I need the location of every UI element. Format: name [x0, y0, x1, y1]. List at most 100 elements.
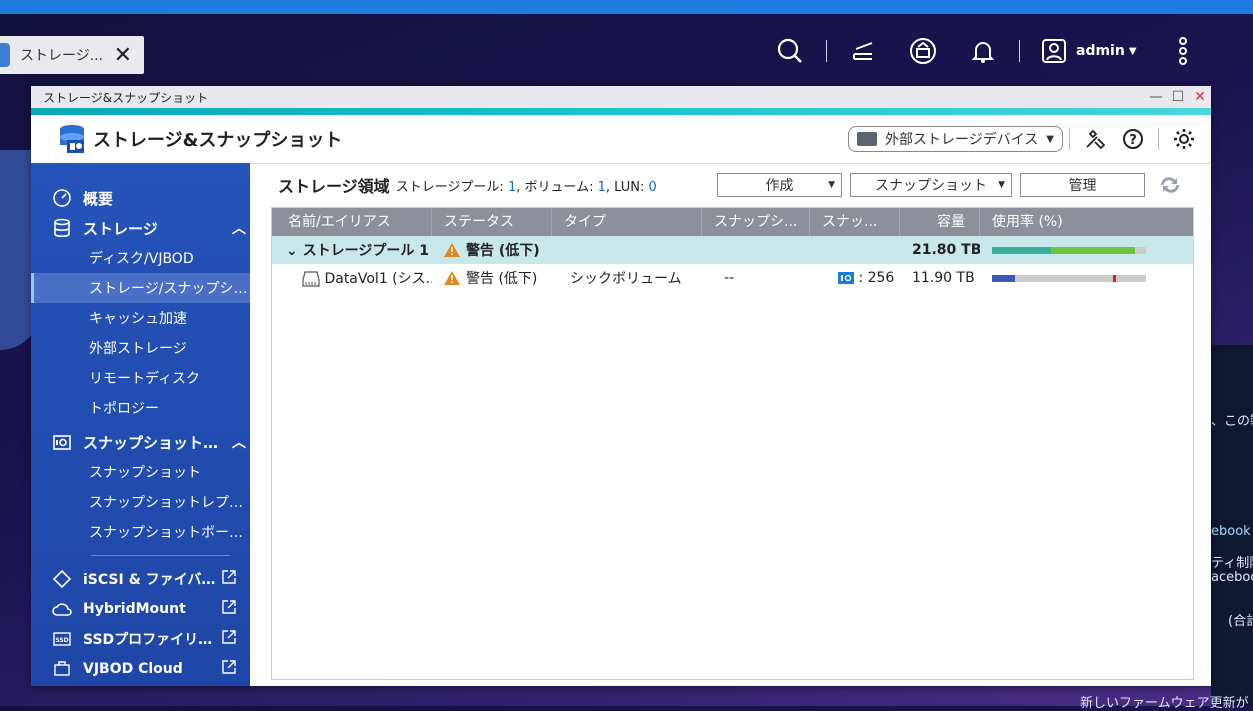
sidebar: 概要 ストレージ ︿ ディスク/VJBOD ストレージ/スナップショ... キャ… [31, 163, 250, 686]
dashboard-icon [51, 187, 73, 209]
column-header-snap-count[interactable]: スナッ... [810, 208, 900, 236]
sidebar-item-overview[interactable]: 概要 [31, 183, 250, 213]
sidebar-link-iscsi[interactable]: iSCSI & ファイバー... [31, 564, 250, 594]
sidebar-item-label: スナップショットバ... [83, 433, 228, 452]
chevron-up-icon[interactable]: ︿ [228, 432, 250, 452]
external-link-icon [222, 570, 242, 588]
close-icon[interactable]: ✕ [114, 43, 132, 68]
column-header-usage[interactable]: 使用率 (%) [980, 208, 1193, 236]
sidebar-item-label: ストレージ/スナップショ... [89, 281, 250, 297]
column-header-capacity[interactable]: 容量 [900, 208, 980, 236]
storage-app-icon [59, 124, 85, 154]
gear-icon[interactable] [1169, 124, 1199, 154]
volume-status-cell: 警告 (低下) [432, 268, 552, 289]
table-header: 名前/エイリアス ステータス タイプ スナップシ... スナッ... 容量 使用… [272, 208, 1193, 236]
tools-icon[interactable] [1080, 124, 1110, 154]
sidebar-item-cache[interactable]: キャッシュ加速 [31, 303, 250, 333]
pool-status-cell: 警告 (低下) [432, 240, 552, 261]
bg-text: (合計 [1228, 614, 1253, 629]
snapshot-label: スナップショット [875, 178, 987, 194]
column-header-type[interactable]: タイプ [552, 208, 702, 236]
ssd-icon: SSD [51, 628, 73, 650]
sidebar-item-label: iSCSI & ファイバー... [83, 572, 222, 588]
volume-count[interactable]: 1 [598, 180, 606, 195]
desktop-toolbar: admin ▼ [760, 28, 1213, 74]
manage-button[interactable]: 管理 [1020, 173, 1145, 197]
divider [1069, 128, 1070, 150]
close-button[interactable]: ✕ [1189, 89, 1211, 105]
volume-snapshot: -- [724, 270, 735, 286]
svg-text:SSD: SSD [55, 637, 68, 644]
divider [826, 40, 827, 62]
volume-icon [302, 271, 320, 287]
table-row-volume[interactable]: DataVol1 (シス... 警告 (低下) シックボリューム -- : 25… [272, 264, 1193, 292]
column-header-status[interactable]: ステータス [432, 208, 552, 236]
main-content: ストレージ領域 ストレージプール: 1, ボリューム: 1, LUN: 0 作成… [250, 163, 1211, 686]
sync-icon[interactable] [907, 35, 939, 67]
sidebar-item-snapshot-replica[interactable]: スナップショットレプリカ [31, 487, 250, 517]
taskbar-tab[interactable]: ストレージ... ✕ [0, 36, 144, 74]
minimize-button[interactable]: — [1145, 89, 1167, 105]
bell-icon[interactable] [967, 35, 999, 67]
column-header-name[interactable]: 名前/エイリアス [272, 208, 432, 236]
external-device-dropdown[interactable]: 外部ストレージデバイス ▼ [847, 126, 1063, 152]
sidebar-item-disks[interactable]: ディスク/VJBOD [31, 243, 250, 273]
volume-capacity: 11.90 TB [912, 270, 975, 286]
sidebar-link-vjbod-cloud[interactable]: VJBOD Cloud [31, 654, 250, 684]
volume-name-cell: DataVol1 (シス... [272, 268, 432, 288]
sidebar-item-topology[interactable]: トポロジー [31, 393, 250, 423]
sidebar-item-remote-disk[interactable]: リモートディスク [31, 363, 250, 393]
volume-snap-count-cell[interactable]: : 256 [810, 270, 900, 286]
snapshot-button[interactable]: スナップショット ▼ [850, 173, 1012, 197]
desktop-top-strip [0, 0, 1253, 14]
chevron-down-icon[interactable]: ⌄ [286, 243, 298, 259]
maximize-button[interactable]: ☐ [1167, 89, 1189, 105]
app-title: ストレージ&スナップショット [93, 130, 343, 151]
sidebar-group-snapshot[interactable]: スナップショットバ... ︿ [31, 427, 250, 457]
pool-usage-bar [992, 246, 1146, 254]
pool-status: 警告 (低下) [466, 242, 540, 259]
user-menu[interactable]: admin ▼ [1040, 37, 1137, 65]
sidebar-group-storage[interactable]: ストレージ ︿ [31, 213, 250, 243]
sidebar-link-ssd-profiling[interactable]: SSD SSDプロファイリン... [31, 624, 250, 654]
search-icon[interactable] [774, 35, 806, 67]
sidebar-item-label: 外部ストレージ [89, 341, 187, 357]
refresh-icon[interactable] [1155, 170, 1185, 200]
sidebar-item-snapshot[interactable]: スナップショット [31, 457, 250, 487]
threshold-marker [1113, 274, 1116, 282]
stack-icon[interactable] [847, 35, 879, 67]
create-label: 作成 [765, 178, 794, 194]
bg-text: 、この製 [1211, 414, 1253, 429]
column-header-snapshot[interactable]: スナップシ... [702, 208, 810, 236]
sidebar-link-hybridmount[interactable]: HybridMount [31, 594, 250, 624]
bg-text: ティ制限 [1211, 556, 1253, 571]
bg-text: ebook M [1211, 524, 1253, 539]
volume-snap-count: : 256 [858, 270, 895, 286]
help-icon[interactable]: ? [1118, 124, 1148, 154]
pool-capacity: 21.80 TB [912, 242, 980, 258]
svg-text:?: ? [1129, 133, 1137, 148]
section-title: ストレージ領域 [278, 177, 390, 196]
taskbar-tab-label: ストレージ... [20, 48, 104, 64]
chevron-down-icon: ▼ [828, 180, 835, 190]
volume-status: 警告 (低下) [466, 270, 538, 287]
sidebar-item-label: スナップショット [89, 465, 201, 481]
table-row-pool[interactable]: ⌄ ストレージプール 1 警告 (低下) 21.80 TB [272, 236, 1193, 264]
volume-usage-bar [992, 274, 1146, 282]
create-button[interactable]: 作成 ▼ [717, 173, 842, 197]
pool-count[interactable]: 1 [508, 180, 516, 195]
more-options-icon[interactable] [1167, 35, 1199, 67]
storage-snapshot-window: ストレージ&スナップショット — ☐ ✕ ストレージ&スナップショット 外部スト… [31, 86, 1211, 686]
sidebar-item-external-storage[interactable]: 外部ストレージ [31, 333, 250, 363]
window-titlebar[interactable]: ストレージ&スナップショット — ☐ ✕ [31, 86, 1211, 108]
accent-bar [31, 108, 1211, 115]
lun-count[interactable]: 0 [649, 180, 657, 195]
sidebar-item-storage-snapshots[interactable]: ストレージ/スナップショ... [31, 273, 250, 303]
sidebar-item-snapshot-vault[interactable]: スナップショットボールト [31, 517, 250, 547]
volume-usage-cell [980, 274, 1193, 282]
summary-label: ストレージプール: [395, 179, 504, 195]
pool-name-cell: ⌄ ストレージプール 1 [272, 240, 432, 260]
chevron-up-icon[interactable]: ︿ [228, 218, 250, 238]
sidebar-item-label: キャッシュ加速 [89, 311, 187, 327]
sidebar-item-label: ストレージ [83, 219, 158, 238]
